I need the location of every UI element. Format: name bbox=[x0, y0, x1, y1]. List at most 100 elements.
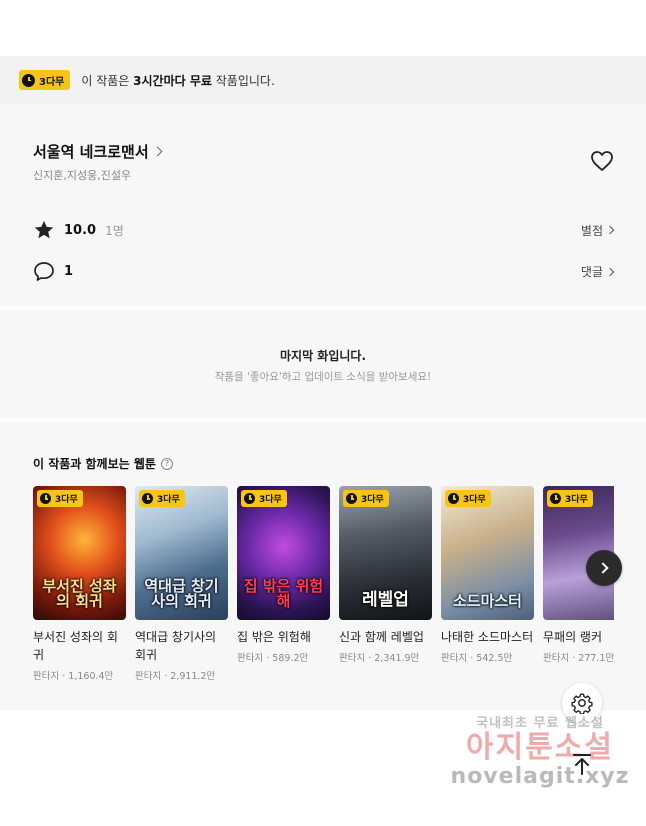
card-genre: 판타지 bbox=[543, 653, 570, 664]
clock-icon bbox=[244, 493, 255, 504]
last-episode-title: 마지막 화입니다. bbox=[279, 349, 367, 363]
rate-link[interactable]: 별점 bbox=[580, 222, 615, 239]
rating-row: 10.0 1명 별점 bbox=[33, 219, 615, 241]
card-title: 나태한 소드마스터 bbox=[441, 630, 534, 644]
notice-prefix: 이 작품은 bbox=[81, 73, 134, 88]
comment-row: 1 댓글 bbox=[33, 261, 615, 282]
wait-free-badge: 3다무 bbox=[547, 490, 593, 507]
carousel-next-button[interactable] bbox=[586, 550, 622, 586]
viewer-page: 3다무 이 작품은 3시간마다 무료 작품입니다. 서울역 네크로맨서 신지훈,… bbox=[0, 0, 646, 826]
comment-link[interactable]: 댓글 bbox=[580, 263, 615, 280]
cover-image: 3다무 집 밖은 위험해 bbox=[237, 486, 330, 620]
cover-title-art: 레벨업 bbox=[362, 590, 409, 611]
watermark-line1: 국내최초 무료 웹소설 bbox=[476, 716, 604, 731]
work-title: 서울역 네크로맨서 bbox=[33, 143, 149, 161]
recommendations-header: 이 작품과 함께보는 웹툰 ? bbox=[33, 455, 173, 472]
card-meta: 판타지 · 1,160.4만 bbox=[33, 671, 114, 682]
star-icon bbox=[34, 220, 54, 239]
rating-count: 1명 bbox=[105, 223, 124, 238]
badge-label: 3다무 bbox=[55, 495, 78, 505]
clock-icon bbox=[448, 493, 459, 504]
card-views: 589.2만 bbox=[272, 653, 309, 664]
card-views: 2,911.2만 bbox=[170, 671, 216, 682]
badge-label: 3다무 bbox=[157, 495, 180, 505]
comment-count: 1 bbox=[64, 264, 74, 279]
help-icon[interactable]: ? bbox=[160, 457, 173, 470]
wait-free-badge: 3다무 bbox=[343, 490, 389, 507]
scroll-top-button[interactable] bbox=[562, 744, 602, 784]
card-genre: 판타지 bbox=[237, 653, 264, 664]
card-title: 신과 함께 레벨업 bbox=[339, 630, 424, 644]
card-views: 542.5만 bbox=[476, 653, 513, 664]
recommendation-card[interactable]: 3다무 역대급 창기사의 회귀 역대급 창기사의 회귀 판타지 · 2,911.… bbox=[135, 486, 228, 682]
card-genre: 판타지 bbox=[135, 671, 162, 682]
heart-icon[interactable] bbox=[590, 150, 614, 172]
last-episode-panel: 마지막 화입니다. 작품을 '좋아요'하고 업데이트 소식을 받아보세요! bbox=[0, 310, 646, 418]
clock-icon bbox=[550, 493, 561, 504]
badge-label: 3다무 bbox=[463, 495, 486, 505]
watermark-line3: novelagit.xyz bbox=[450, 764, 630, 789]
chevron-right-icon bbox=[596, 562, 609, 574]
card-genre: 판타지 bbox=[339, 653, 366, 664]
rating-value: 10.0 bbox=[64, 222, 97, 238]
clock-icon bbox=[142, 493, 153, 504]
recommendation-card[interactable]: 3다무 집 밖은 위험해 집 밖은 위험해 판타지 · 589.2만 bbox=[237, 486, 330, 664]
card-meta: 판타지 · 2,911.2만 bbox=[135, 671, 216, 682]
watermark-line2: 아지툰소설 bbox=[466, 730, 614, 765]
recommendations-panel: 이 작품과 함께보는 웹툰 ? 3다무 부서진 성좌의 회귀 부서진 성좌의 회… bbox=[0, 422, 646, 710]
cover-title-art: 소드마스터 bbox=[452, 592, 522, 611]
gear-icon bbox=[571, 693, 593, 714]
comment-icon bbox=[34, 262, 54, 281]
cover-title-art: 역대급 창기사의 회귀 bbox=[144, 576, 219, 611]
recommendation-card[interactable]: 3다무 레벨업 신과 함께 레벨업 판타지 · 2,341.9만 bbox=[339, 486, 432, 664]
arrow-up-icon bbox=[573, 754, 591, 775]
card-title: 부서진 성좌의 회귀 bbox=[33, 630, 118, 662]
work-info-panel: 서울역 네크로맨서 신지훈,지성웅,진설우 10.0 1명 별점 1 댓글 bbox=[0, 104, 646, 306]
card-genre: 판타지 bbox=[33, 671, 60, 682]
badge-label: 3다무 bbox=[39, 76, 65, 88]
notice-suffix: 작품입니다. bbox=[211, 73, 275, 88]
recommendations-title: 이 작품과 함께보는 웹툰 bbox=[33, 457, 156, 471]
clock-icon bbox=[346, 493, 357, 504]
card-meta: 판타지 · 2,341.9만 bbox=[339, 653, 420, 664]
rate-link-label: 별점 bbox=[580, 223, 603, 238]
free-notice-bar: 3다무 이 작품은 3시간마다 무료 작품입니다. bbox=[0, 56, 646, 104]
chevron-right-icon bbox=[605, 267, 615, 276]
wait-free-badge: 3다무 bbox=[37, 490, 83, 507]
cover-title-art: 부서진 성좌의 회귀 bbox=[42, 576, 117, 611]
wait-free-badge: 3다무 bbox=[19, 70, 71, 90]
card-genre: 판타지 bbox=[441, 653, 468, 664]
card-title: 역대급 창기사의 회귀 bbox=[135, 630, 217, 662]
notice-emphasis: 3시간마다 무료 bbox=[133, 73, 212, 88]
card-meta: 판타지 · 277.1만 bbox=[543, 653, 614, 664]
card-meta: 판타지 · 542.5만 bbox=[441, 653, 513, 664]
last-episode-subtitle: 작품을 '좋아요'하고 업데이트 소식을 받아보세요! bbox=[214, 371, 432, 383]
comment-link-label: 댓글 bbox=[580, 265, 603, 279]
badge-label: 3다무 bbox=[361, 495, 384, 505]
recommendation-card[interactable]: 3다무 소드마스터 나태한 소드마스터 판타지 · 542.5만 bbox=[441, 486, 534, 664]
clock-icon bbox=[40, 493, 51, 504]
cover-image: 3다무 소드마스터 bbox=[441, 486, 534, 620]
card-views: 277.1만 bbox=[578, 653, 614, 664]
cover-image: 3다무 레벨업 bbox=[339, 486, 432, 620]
card-title: 무패의 랭커 bbox=[543, 630, 603, 644]
cover-title-art: 집 밖은 위험해 bbox=[243, 576, 324, 611]
card-views: 2,341.9만 bbox=[374, 653, 420, 664]
work-authors: 신지훈,지성웅,진설우 bbox=[33, 169, 132, 182]
wait-free-badge: 3다무 bbox=[241, 490, 287, 507]
wait-free-badge: 3다무 bbox=[139, 490, 185, 507]
badge-label: 3다무 bbox=[565, 495, 588, 505]
recommendation-card[interactable]: 3다무 부서진 성좌의 회귀 부서진 성좌의 회귀 판타지 · 1,160.4만 bbox=[33, 486, 126, 682]
cover-image: 3다무 부서진 성좌의 회귀 bbox=[33, 486, 126, 620]
chevron-right-icon bbox=[605, 225, 615, 235]
site-watermark: 국내최초 무료 웹소설 아지툰소설 novelagit.xyz bbox=[440, 712, 640, 789]
card-meta: 판타지 · 589.2만 bbox=[237, 653, 309, 664]
cover-image: 3다무 역대급 창기사의 회귀 bbox=[135, 486, 228, 620]
recommendation-carousel: 3다무 부서진 성좌의 회귀 부서진 성좌의 회귀 판타지 · 1,160.4만… bbox=[33, 486, 614, 696]
card-views: 1,160.4만 bbox=[68, 671, 114, 682]
wait-free-badge: 3다무 bbox=[445, 490, 491, 507]
chevron-right-icon bbox=[152, 146, 163, 157]
clock-icon bbox=[22, 73, 35, 87]
work-title-link[interactable]: 서울역 네크로맨서 bbox=[33, 141, 163, 162]
card-title: 집 밖은 위험해 bbox=[237, 630, 311, 644]
